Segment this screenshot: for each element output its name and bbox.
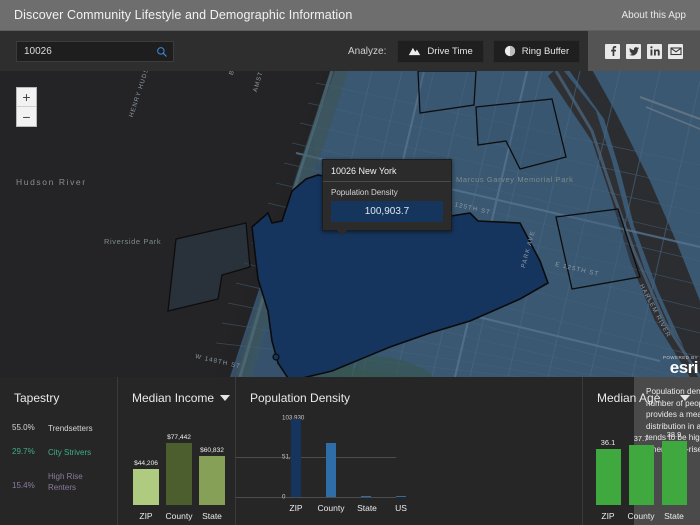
- tapestry-pct: 15.4%: [12, 481, 35, 490]
- bar-category-zip: ZIP: [139, 511, 153, 521]
- tapestry-name: City Strivers: [48, 448, 92, 457]
- bar-category-state: State: [664, 511, 684, 521]
- social-share-group: [588, 31, 700, 71]
- zoom-out-button[interactable]: −: [17, 107, 36, 126]
- bar-value-label: 38.9: [666, 430, 682, 439]
- ring-buffer-icon: [504, 45, 515, 57]
- median-age-chart: 36.1 37.7 38.9 ZIP County State: [583, 421, 700, 525]
- zoom-controls[interactable]: + −: [16, 87, 37, 127]
- bar-state[interactable]: 38.9: [657, 430, 691, 505]
- about-this-app-link[interactable]: About this App: [622, 10, 687, 21]
- population-density-title: Population Density: [250, 391, 351, 405]
- linkedin-icon[interactable]: [647, 43, 662, 59]
- zoom-in-button[interactable]: +: [17, 88, 36, 107]
- search-icon[interactable]: [156, 46, 168, 58]
- app-header: Discover Community Lifestyle and Demogra…: [0, 0, 700, 31]
- tapestry-title: Tapestry: [14, 391, 60, 405]
- search-box[interactable]: [16, 40, 174, 62]
- tapestry-rows: 55.0% Trendsetters 29.7% City Strivers 1…: [0, 405, 117, 493]
- chevron-down-icon[interactable]: [680, 395, 691, 401]
- popup-field-label: Population Density: [331, 188, 398, 197]
- bar-category-zip: ZIP: [601, 511, 615, 521]
- axis-tick-mid: 51,965: [282, 454, 301, 461]
- median-income-title: Median Income: [132, 391, 215, 405]
- gridline-0: [236, 497, 396, 498]
- list-item[interactable]: 29.7% City Strivers: [12, 447, 117, 458]
- email-icon[interactable]: [668, 43, 683, 59]
- tapestry-name: Trendsetters: [48, 424, 93, 433]
- bar-zip[interactable]: 36.1: [591, 438, 625, 505]
- page-title: Discover Community Lifestyle and Demogra…: [14, 8, 353, 22]
- popup-title: 10026 New York: [323, 160, 451, 182]
- panel-median-age: Median Age 36.1 37.7 38.9 ZIP County Sta…: [583, 377, 700, 525]
- bar-rect: [661, 441, 687, 505]
- ring-buffer-button[interactable]: Ring Buffer: [492, 39, 581, 63]
- analyze-label: Analyze:: [348, 45, 387, 57]
- panel-tapestry: Tapestry 55.0% Trendsetters 29.7% City S…: [0, 377, 118, 525]
- bar-value-label: $77,442: [167, 434, 191, 441]
- drive-time-button[interactable]: Drive Time: [397, 39, 484, 63]
- bar-category-county: County: [317, 503, 345, 513]
- map-canvas[interactable]: Hudson River Riverside Park Marcus Garve…: [0, 71, 700, 377]
- popup-value: 100,903.7: [331, 201, 443, 222]
- toolbar: Analyze: Drive Time Ring Buffer: [0, 31, 700, 71]
- dashboard: Tapestry 55.0% Trendsetters 29.7% City S…: [0, 377, 700, 525]
- tapestry-name: High Rise Renters: [48, 472, 83, 492]
- bar-county[interactable]: 37.7: [624, 434, 658, 505]
- app-root: Discover Community Lifestyle and Demogra…: [0, 0, 700, 525]
- toolbar-left: [0, 40, 300, 62]
- list-item[interactable]: 15.4% High Rise Renters: [12, 471, 117, 493]
- chevron-down-icon[interactable]: [220, 395, 231, 401]
- drive-time-label: Drive Time: [427, 45, 473, 57]
- bar-category-county: County: [627, 511, 655, 521]
- bar-category-state: State: [202, 511, 222, 521]
- popup-pointer: [337, 230, 347, 236]
- bar-zip[interactable]: $44,206: [128, 460, 164, 505]
- search-input[interactable]: [17, 41, 173, 61]
- tapestry-pct: 29.7%: [12, 447, 35, 456]
- ring-buffer-label: Ring Buffer: [521, 45, 570, 57]
- bar-category-county: County: [165, 511, 193, 521]
- esri-wordmark: esri: [669, 357, 699, 377]
- bar-value-label: 36.1: [600, 438, 616, 447]
- twitter-icon[interactable]: [626, 43, 641, 59]
- gridline-mid: [236, 457, 396, 458]
- bar-category-state: State: [357, 503, 377, 513]
- bar-us[interactable]: [396, 496, 406, 497]
- list-item[interactable]: 55.0% Trendsetters: [12, 423, 117, 434]
- bar-rect: [628, 445, 654, 505]
- bar-county[interactable]: [326, 443, 336, 497]
- panel-median-income: Median Income $44,206 $77,442 $60,832 ZI…: [118, 377, 236, 525]
- median-age-title: Median Age: [597, 391, 661, 405]
- tapestry-pct: 55.0%: [12, 423, 35, 432]
- bar-rect: [166, 443, 192, 505]
- panel-population-density: Population Density 0 51,965 103,930 ZIP …: [236, 377, 700, 525]
- median-income-chart: $44,206 $77,442 $60,832 ZIP County State: [118, 421, 235, 525]
- bar-county[interactable]: $77,442: [161, 434, 197, 505]
- bar-rect: [133, 469, 159, 505]
- population-density-chart: 0 51,965 103,930 ZIP County State US: [236, 411, 407, 515]
- bar-value-label: $60,832: [200, 447, 224, 454]
- bar-zip[interactable]: [291, 419, 301, 497]
- bar-category-zip: ZIP: [289, 503, 303, 513]
- bar-state[interactable]: $60,832: [194, 447, 230, 505]
- esri-logo: POWERED BY esri: [663, 355, 699, 377]
- bar-category-us: US: [395, 503, 407, 513]
- feature-popup[interactable]: 10026 New York Population Density 100,90…: [322, 159, 452, 236]
- axis-tick-0: 0: [282, 493, 286, 501]
- bar-value-label: 37.7: [633, 434, 649, 443]
- facebook-icon[interactable]: [605, 43, 620, 59]
- bar-state[interactable]: [361, 496, 371, 497]
- bar-rect: [199, 456, 225, 505]
- drive-time-icon: [409, 47, 421, 55]
- axis-tick-max: 103,930: [282, 414, 305, 422]
- analyze-group: Analyze: Drive Time Ring Buffer: [348, 39, 581, 63]
- bar-value-label: $44,206: [134, 460, 158, 467]
- bar-rect: [595, 449, 621, 505]
